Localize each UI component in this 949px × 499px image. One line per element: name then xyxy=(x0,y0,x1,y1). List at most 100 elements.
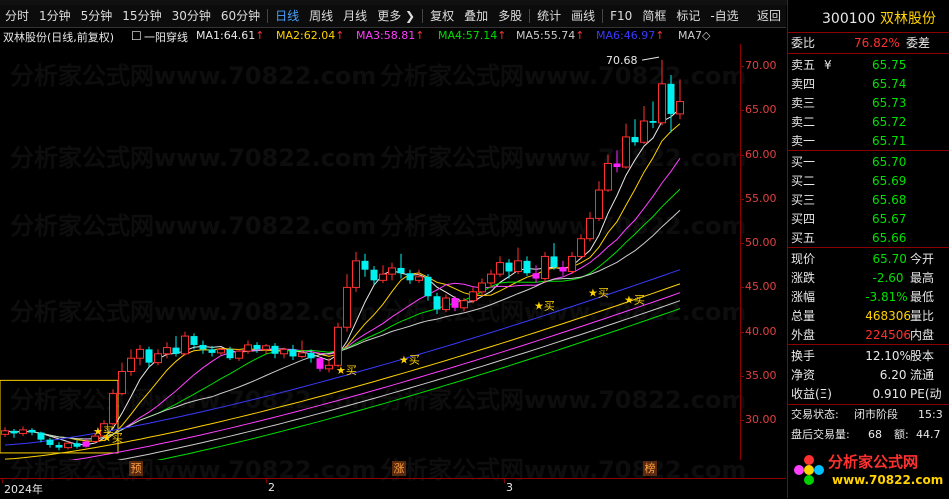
price-tick: 30.00 xyxy=(745,413,777,427)
stat2-value: 12.10% xyxy=(865,349,911,363)
toolbar-item-0[interactable]: 分时 xyxy=(0,5,34,27)
candle xyxy=(649,101,657,129)
candle xyxy=(523,256,531,276)
stat2-label: 收益(Ξ) xyxy=(791,387,832,401)
price-tick-mark xyxy=(741,287,744,289)
candle xyxy=(10,429,18,438)
candle xyxy=(379,265,387,283)
ask-label: 卖四 xyxy=(791,77,816,91)
date-tick: 2 xyxy=(268,481,275,494)
candle xyxy=(172,336,180,357)
toolbar-item-15[interactable]: F10 xyxy=(605,5,637,27)
toolbar-item-18[interactable]: -自选 xyxy=(705,5,743,27)
candle xyxy=(559,260,567,276)
ma-line-3 xyxy=(4,157,681,440)
price-tick-mark xyxy=(741,198,744,200)
candle xyxy=(136,344,144,366)
toolbar-item-8[interactable]: 月线 xyxy=(338,5,372,27)
stat-label-2: 量比 xyxy=(910,309,935,323)
stat2-label-2: PE(动 xyxy=(910,387,942,401)
stat2-row: 换手 12.10% 股本 xyxy=(788,346,949,366)
candle xyxy=(127,349,135,376)
ask-price: 65.71 xyxy=(872,134,907,148)
ma-legend-item-4: MA4:57.14↑ xyxy=(438,29,507,42)
stat-value: -3.81% xyxy=(865,290,908,304)
ma-legend-item-5: MA5:55.74↑ xyxy=(516,29,585,42)
buy-signal-5: ★买 xyxy=(588,286,609,299)
stat-row: 外盘 224506 内盘 xyxy=(788,325,949,345)
toolbar-item-6[interactable]: 日线 xyxy=(270,5,304,27)
candle xyxy=(433,292,441,314)
stat-row: 总量 468306 量比 xyxy=(788,306,949,326)
chart-header: 双林股份(日线,前复权) ☐ 一阳穿线 MA1:64.61↑ MA2:62.04↑… xyxy=(0,28,786,44)
stat2-row: 收益(Ξ) 0.910 PE(动 xyxy=(788,384,949,404)
event-marker-1[interactable]: 涨 xyxy=(392,461,406,476)
price-tick-mark xyxy=(741,154,744,156)
toolbar-item-17[interactable]: 标记 xyxy=(671,5,705,27)
toolbar-item-9[interactable]: 更多 ❯ xyxy=(372,5,420,27)
checkbox-icon[interactable]: ☐ xyxy=(131,29,142,43)
toolbar-item-3[interactable]: 15分钟 xyxy=(117,5,166,27)
event-marker-2[interactable]: 榜 xyxy=(643,461,657,476)
candle xyxy=(154,349,162,366)
period-toolbar: 分时 1分钟 5分钟 15分钟 30分钟 60分钟 日线 周线 月线 更多 ❯ 复权 叠加 多股 统计 画线… xyxy=(0,5,786,28)
date-tick: 3 xyxy=(506,481,513,494)
event-marker-0[interactable]: 预 xyxy=(129,461,143,476)
candle xyxy=(469,287,477,304)
after-volume-value: 68 xyxy=(868,428,882,441)
stock-name: 双林股份 xyxy=(880,11,936,27)
ask-price: 65.72 xyxy=(872,115,907,129)
price-axis: 70.00 65.00 60.00 55.00 50.00 45.00 40.00 35.00… xyxy=(740,44,787,460)
toolbar-item-11[interactable]: 叠加 xyxy=(459,5,493,27)
price-tick-mark xyxy=(741,66,744,68)
stat2-label-2: 股本 xyxy=(910,349,935,363)
candle xyxy=(451,296,459,312)
ma-legend-item-6: MA6:46.97↑ xyxy=(596,29,665,42)
toolbar-separator xyxy=(529,9,531,23)
candle xyxy=(280,347,288,359)
candle xyxy=(325,358,333,373)
ask-mark: ¥ xyxy=(824,58,832,72)
quote-panel: 300100 双林股份 委比 76.82% 委差 卖五 65.75 ¥ 卖四 65.74… xyxy=(787,0,949,498)
after-volume-label: 盘后交易量: xyxy=(791,428,850,441)
back-button[interactable]: 返回 xyxy=(752,5,786,27)
candle xyxy=(334,322,342,368)
price-tick: 45.00 xyxy=(745,280,777,294)
candle xyxy=(658,59,666,126)
toolbar-item-14[interactable]: 画线 xyxy=(566,5,600,27)
bid-row: 买二 65.69 xyxy=(788,171,949,191)
amount-label: 额: xyxy=(894,428,909,441)
toolbar-item-12[interactable]: 多股 xyxy=(493,5,527,27)
candle xyxy=(568,252,576,275)
toolbar-item-13[interactable]: 统计 xyxy=(532,5,566,27)
candle xyxy=(46,437,54,448)
ma-legend-item-3: MA3:58.81↑ xyxy=(356,29,425,42)
candle xyxy=(298,340,306,359)
candle xyxy=(37,431,45,443)
toolbar-item-2[interactable]: 5分钟 xyxy=(76,5,118,27)
candle xyxy=(55,442,63,451)
ma-legend-item-2: MA2:62.04↑ xyxy=(276,29,345,42)
candle xyxy=(235,349,243,361)
toolbar-item-10[interactable]: 复权 xyxy=(425,5,459,27)
site-logo: 分析家公式网 www.70822.com xyxy=(788,447,949,498)
toolbar-item-4[interactable]: 30分钟 xyxy=(167,5,216,27)
bid-price: 65.66 xyxy=(872,231,907,245)
bid-price: 65.67 xyxy=(872,212,907,226)
toolbar-item-1[interactable]: 1分钟 xyxy=(34,5,76,27)
stat-label-2: 内盘 xyxy=(910,328,935,342)
candle xyxy=(262,344,270,354)
candle xyxy=(676,79,684,120)
date-tick-mark xyxy=(504,479,505,483)
kline-plot[interactable]: 70.68★买★买★买★买★买★买★买 xyxy=(0,44,740,460)
toolbar-item-16[interactable]: 简框 xyxy=(637,5,671,27)
stock-title: 双林股份(日线,前复权) xyxy=(3,31,115,44)
toolbar-item-7[interactable]: 周线 xyxy=(304,5,338,27)
candle xyxy=(271,343,279,359)
bid-row: 买一 65.70 xyxy=(788,152,949,172)
toolbar-item-5[interactable]: 60分钟 xyxy=(216,5,265,27)
stat2-label-2: 流通 xyxy=(910,368,935,382)
long-ma-line-1 xyxy=(4,269,681,446)
ma-legend-item-1: MA1:64.61↑ xyxy=(196,29,265,42)
buy-signal-1: ★买 xyxy=(102,431,123,444)
